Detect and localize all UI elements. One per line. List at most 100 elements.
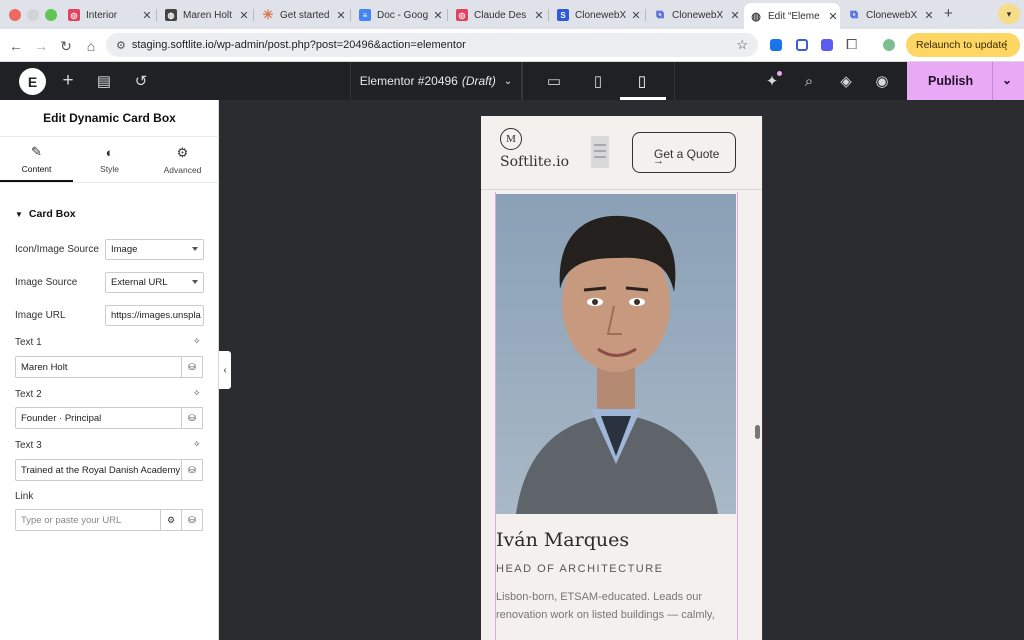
text3-input[interactable]: Trained at the Royal Danish Academy	[15, 459, 182, 481]
panel-title: Edit Dynamic Card Box	[0, 100, 219, 137]
globe-icon: ◍	[165, 9, 177, 21]
url-text: staging.softlite.io/wp-admin/post.php?po…	[131, 39, 466, 51]
chevron-down-icon[interactable]: ⌄	[1002, 73, 1012, 87]
elementor-logo-icon[interactable]: E	[19, 68, 46, 95]
ai-sparkle-icon[interactable]: ✧	[193, 439, 201, 450]
back-arrow-icon[interactable]: ←	[7, 37, 25, 55]
browser-tab-get-started[interactable]: ✳ Get started ✕	[256, 4, 348, 26]
relaunch-to-update-button[interactable]: Relaunch to update ⋮	[906, 33, 1020, 57]
browser-tab-interior[interactable]: ◎ Interior ✕	[62, 4, 154, 26]
history-icon[interactable]: ↺	[132, 72, 150, 90]
icon-image-source-select[interactable]: Image	[105, 239, 204, 260]
dynamic-tags-icon[interactable]: ⛁	[181, 356, 203, 378]
get-a-quote-button[interactable]: Get a Quote →	[632, 132, 736, 173]
tab-content[interactable]: ✎ Content	[0, 137, 73, 182]
zoom-window-button[interactable]	[45, 9, 57, 21]
tab-style[interactable]: ◐ Style	[73, 137, 146, 182]
instagram-icon: ◎	[456, 9, 468, 21]
arrow-right-icon: →	[653, 155, 664, 167]
page-settings-icon[interactable]: ▤	[95, 72, 113, 90]
minimize-window-button[interactable]	[27, 9, 39, 21]
site-settings-icon[interactable]: ⚙	[116, 39, 126, 52]
browser-toolbar: ← → ↻ ⌂ ⚙ staging.softlite.io/wp-admin/p…	[0, 29, 1024, 62]
browser-tab-google-doc[interactable]: ≡ Doc - Goog ✕	[353, 4, 445, 26]
image-source-select[interactable]: External URL	[105, 272, 204, 293]
site-header: M Softlite.io Get a Quote →	[481, 116, 762, 190]
close-tab-icon[interactable]: ✕	[431, 9, 445, 22]
publish-button[interactable]: Publish ⌄	[907, 62, 1024, 100]
brand-logo-mark: M	[500, 128, 522, 150]
text2-input[interactable]: Founder · Principal	[15, 407, 182, 429]
bookmark-star-icon[interactable]: ☆	[736, 37, 748, 53]
puzzle-extensions-icon[interactable]: ⧠	[846, 36, 857, 53]
close-tab-icon[interactable]: ✕	[629, 9, 643, 22]
browser-tab-claude-design[interactable]: ◎ Claude Des ✕	[450, 4, 546, 26]
image-url-input[interactable]: https://images.unspla	[105, 305, 204, 326]
mobile-view-icon[interactable]: ▯	[633, 72, 651, 90]
tab-search-chevron-icon[interactable]: ▾	[998, 4, 1020, 24]
browser-tab-clonewebx-3[interactable]: ⧉ ClonewebX ✕	[842, 4, 936, 26]
globe-icon: ◍	[751, 10, 761, 23]
link-url-input[interactable]: Type or paste your URL	[15, 509, 161, 531]
browser-tab-clonewebx-1[interactable]: S ClonewebX ✕	[551, 4, 643, 26]
widget-outline-right	[737, 192, 738, 640]
close-tab-icon[interactable]: ✕	[140, 9, 154, 22]
extension-icon[interactable]	[770, 39, 782, 51]
google-docs-icon: ≡	[359, 9, 371, 21]
widget-settings-panel: Edit Dynamic Card Box ✎ Content ◐ Style …	[0, 100, 219, 640]
browser-tab-clonewebx-2[interactable]: ⧉ ClonewebX ✕	[648, 4, 742, 26]
link-options-gear-icon[interactable]: ⚙	[160, 509, 182, 531]
menu-widget-placeholder-icon[interactable]	[591, 136, 609, 168]
new-tab-icon[interactable]: +	[944, 5, 953, 22]
claude-asterisk-icon: ✳	[262, 7, 274, 22]
search-icon[interactable]: ⌕	[800, 72, 818, 90]
address-bar[interactable]: ⚙ staging.softlite.io/wp-admin/post.php?…	[106, 33, 758, 57]
document-title-dropdown[interactable]: Elementor #20496 (Draft) ⌄	[350, 62, 522, 100]
close-tab-icon[interactable]: ✕	[728, 9, 742, 22]
card-role: HEAD OF ARCHITECTURE	[496, 563, 664, 575]
browser-tab-strip: ◎ Interior ✕ ◍ Maren Holt ✕ ✳ Get starte…	[0, 0, 1024, 29]
tab-advanced[interactable]: ⚙ Advanced	[146, 137, 219, 182]
pencil-icon: ✎	[31, 143, 42, 159]
profile-avatar[interactable]	[883, 39, 895, 51]
brand-name[interactable]: Softlite.io	[500, 154, 569, 170]
close-tab-icon[interactable]: ✕	[922, 9, 936, 22]
clonewebx-extension-icon[interactable]	[796, 39, 808, 51]
close-tab-icon[interactable]: ✕	[826, 10, 840, 23]
tablet-view-icon[interactable]: ▯	[589, 72, 607, 90]
gear-icon: ⚙	[176, 144, 189, 160]
structure-layers-icon[interactable]: ◈	[837, 72, 855, 90]
preview-scrollbar-thumb[interactable]	[755, 425, 760, 439]
close-tab-icon[interactable]: ✕	[334, 9, 348, 22]
ai-sparkle-icon[interactable]: ✧	[193, 336, 201, 347]
forward-arrow-icon[interactable]: →	[32, 37, 50, 55]
close-window-button[interactable]	[9, 9, 21, 21]
ai-sparkle-icon[interactable]: ✧	[193, 388, 201, 399]
notification-dot	[777, 71, 782, 76]
close-tab-icon[interactable]: ✕	[237, 9, 251, 22]
card-portrait-image[interactable]	[496, 194, 736, 514]
dynamic-tags-icon[interactable]: ⛁	[181, 509, 203, 531]
reload-icon[interactable]: ↻	[57, 37, 75, 55]
mobile-preview-frame: M Softlite.io Get a Quote → Iván Marques…	[481, 116, 762, 640]
active-device-indicator	[620, 97, 666, 100]
caret-down-icon: ▼	[15, 209, 23, 219]
desktop-view-icon[interactable]: ▭	[545, 72, 563, 90]
dynamic-tags-icon[interactable]: ⛁	[181, 459, 203, 481]
collapse-panel-button[interactable]: ‹	[219, 351, 231, 389]
home-icon[interactable]: ⌂	[82, 37, 100, 55]
preview-eye-icon[interactable]: ◉	[873, 72, 891, 90]
dynamic-tags-icon[interactable]: ⛁	[181, 407, 203, 429]
elementor-top-bar: E + ▤ ↺ Elementor #20496 (Draft) ⌄ ▭ ▯ ▯…	[0, 62, 1024, 100]
section-card-box-toggle[interactable]: ▼ Card Box	[15, 208, 76, 220]
chevron-left-icon: ‹	[223, 364, 227, 376]
browser-tab-maren-holt[interactable]: ◍ Maren Holt ✕	[159, 4, 251, 26]
half-circle-icon: ◐	[105, 145, 114, 160]
close-tab-icon[interactable]: ✕	[532, 9, 546, 22]
more-vert-icon[interactable]: ⋮	[1000, 38, 1012, 52]
text1-input[interactable]: Maren Holt	[15, 356, 182, 378]
browser-tab-edit-elementor[interactable]: ◍ Edit “Eleme ✕	[744, 3, 840, 29]
card-name: Iván Marques	[496, 529, 630, 551]
add-element-icon[interactable]: +	[59, 70, 77, 91]
extension-icon[interactable]	[821, 39, 833, 51]
